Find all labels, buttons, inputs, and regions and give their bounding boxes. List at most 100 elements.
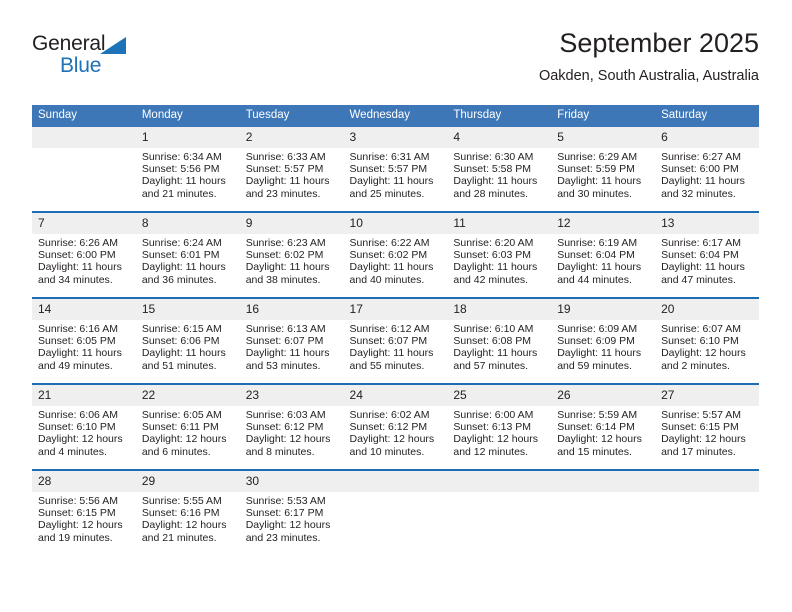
day-number-17[interactable]: 17	[343, 299, 448, 320]
day-detail-line: and 36 minutes.	[141, 273, 217, 286]
day-detail-line: Sunset: 6:15 PM	[661, 421, 739, 434]
day-cell-25[interactable]: Sunrise: 6:00 AM Sunset: 6:13 PM Daylight:…	[447, 406, 552, 469]
title-block: September 2025 Oakden, South Australia, …	[539, 26, 759, 86]
day-detail-line: and 49 minutes.	[38, 359, 113, 372]
day-number-19[interactable]: 19	[551, 299, 656, 320]
day-detail-line: Sunset: 5:57 PM	[245, 163, 324, 176]
day-number-1[interactable]: 1	[135, 127, 240, 148]
generalblue-logo[interactable]: General Blue	[32, 32, 152, 84]
day-detail-line: Sunrise: 5:56 AM	[38, 495, 118, 507]
day-number-8[interactable]: 8	[135, 213, 240, 234]
day-cell-24[interactable]: Sunrise: 6:02 AM Sunset: 6:12 PM Daylight:…	[343, 406, 448, 469]
day-detail-line: and 10 minutes.	[349, 445, 425, 458]
weekday-header-thursday: Thursday	[447, 105, 552, 127]
day-cell-8[interactable]: Sunrise: 6:24 AM Sunset: 6:01 PM Daylight:…	[135, 234, 240, 297]
day-number-10[interactable]: 10	[343, 213, 448, 234]
day-detail-line: Sunrise: 6:05 AM	[141, 409, 222, 421]
day-detail-line: Sunrise: 6:16 AM	[38, 323, 118, 335]
day-cell-7[interactable]: Sunrise: 6:26 AM Sunset: 6:00 PM Daylight:…	[32, 234, 136, 297]
day-detail-line: and 15 minutes.	[557, 445, 632, 458]
day-detail-line: and 53 minutes.	[245, 359, 321, 372]
weekday-header-row: Sunday Monday Tuesday Wednesday Thursday Frid…	[32, 105, 759, 127]
calendar-page: General Blue September 2025 Oakden, Sout…	[0, 0, 792, 612]
day-detail-line: Sunrise: 6:31 AM	[349, 151, 430, 163]
day-detail-line: and 21 minutes.	[141, 531, 217, 544]
day-cell-26[interactable]: Sunrise: 5:59 AM Sunset: 6:14 PM Daylight:…	[551, 406, 656, 469]
day-number-11[interactable]: 11	[447, 213, 552, 234]
day-detail-line: Daylight: 12 hours	[38, 519, 123, 532]
day-detail-line: Sunrise: 6:23 AM	[245, 237, 326, 249]
day-number-4[interactable]: 4	[447, 127, 552, 148]
day-cell-16[interactable]: Sunrise: 6:13 AM Sunset: 6:07 PM Daylight:…	[239, 320, 344, 383]
day-detail-line: Sunrise: 6:07 AM	[661, 323, 742, 335]
day-detail-line: Sunset: 6:13 PM	[453, 421, 532, 434]
day-number-14[interactable]: 14	[32, 299, 136, 320]
calendar-table: Sunday Monday Tuesday Wednesday Thursday Frid…	[32, 105, 759, 555]
day-number-2[interactable]: 2	[239, 127, 344, 148]
day-number-29[interactable]: 29	[135, 471, 240, 492]
weekday-header-friday: Friday	[551, 105, 656, 127]
day-cell-3[interactable]: Sunrise: 6:31 AM Sunset: 5:57 PM Daylight:…	[343, 148, 448, 211]
day-number-7[interactable]: 7	[32, 213, 136, 234]
day-cell-2[interactable]: Sunrise: 6:33 AM Sunset: 5:57 PM Daylight:…	[239, 148, 344, 211]
day-cell-4[interactable]: Sunrise: 6:30 AM Sunset: 5:58 PM Daylight:…	[447, 148, 552, 211]
day-cell-22[interactable]: Sunrise: 6:05 AM Sunset: 6:11 PM Daylight:…	[135, 406, 240, 469]
day-number-9[interactable]: 9	[239, 213, 344, 234]
day-cell-29[interactable]: Sunrise: 5:55 AM Sunset: 6:16 PM Daylight:…	[135, 492, 240, 555]
day-number-3[interactable]: 3	[343, 127, 448, 148]
day-cell-21[interactable]: Sunrise: 6:06 AM Sunset: 6:10 PM Daylight:…	[32, 406, 136, 469]
day-detail-line: Daylight: 11 hours	[349, 175, 434, 188]
day-number-27[interactable]: 27	[655, 385, 759, 406]
day-number-12[interactable]: 12	[551, 213, 656, 234]
day-cell-20[interactable]: Sunrise: 6:07 AM Sunset: 6:10 PM Daylight:…	[655, 320, 759, 383]
day-detail-line: Sunrise: 6:06 AM	[38, 409, 118, 421]
day-detail-line: Sunset: 6:15 PM	[38, 507, 116, 520]
day-cell-13[interactable]: Sunrise: 6:17 AM Sunset: 6:04 PM Daylight:…	[655, 234, 759, 297]
day-number-5[interactable]: 5	[551, 127, 656, 148]
day-cell-17[interactable]: Sunrise: 6:12 AM Sunset: 6:07 PM Daylight:…	[343, 320, 448, 383]
day-number-6[interactable]: 6	[655, 127, 759, 148]
day-cell-10[interactable]: Sunrise: 6:22 AM Sunset: 6:02 PM Daylight:…	[343, 234, 448, 297]
day-detail-line: Sunrise: 6:13 AM	[245, 323, 326, 335]
day-cell-9[interactable]: Sunrise: 6:23 AM Sunset: 6:02 PM Daylight:…	[239, 234, 344, 297]
day-number-25[interactable]: 25	[447, 385, 552, 406]
day-detail-line: Sunrise: 5:59 AM	[557, 409, 638, 421]
day-cell-18[interactable]: Sunrise: 6:10 AM Sunset: 6:08 PM Daylight:…	[447, 320, 552, 383]
day-detail-line: Sunrise: 6:15 AM	[141, 323, 222, 335]
day-number-22[interactable]: 22	[135, 385, 240, 406]
weekday-header-tuesday: Tuesday	[239, 105, 344, 127]
day-detail-line: Sunset: 6:10 PM	[661, 335, 739, 348]
day-detail-row: Sunrise: 6:16 AM Sunset: 6:05 PM Daylight:…	[32, 320, 759, 383]
day-number-15[interactable]: 15	[135, 299, 240, 320]
day-number-26[interactable]: 26	[551, 385, 656, 406]
day-number-16[interactable]: 16	[239, 299, 344, 320]
day-number-18[interactable]: 18	[447, 299, 552, 320]
day-cell-30[interactable]: Sunrise: 5:53 AM Sunset: 6:17 PM Daylight:…	[239, 492, 344, 555]
page-header: General Blue September 2025 Oakden, Sout…	[32, 26, 759, 96]
day-number-30[interactable]: 30	[239, 471, 344, 492]
day-detail-line: and 32 minutes.	[661, 187, 736, 200]
day-cell-12[interactable]: Sunrise: 6:19 AM Sunset: 6:04 PM Daylight:…	[551, 234, 656, 297]
day-number-28[interactable]: 28	[32, 471, 136, 492]
day-detail-line: Daylight: 11 hours	[349, 347, 434, 360]
day-detail-line: Sunrise: 6:33 AM	[245, 151, 326, 163]
day-number-23[interactable]: 23	[239, 385, 344, 406]
day-detail-line: Sunrise: 6:02 AM	[349, 409, 430, 421]
day-cell-1[interactable]: Sunrise: 6:34 AM Sunset: 5:56 PM Daylight:…	[135, 148, 240, 211]
day-number-24[interactable]: 24	[343, 385, 448, 406]
day-cell-28[interactable]: Sunrise: 5:56 AM Sunset: 6:15 PM Daylight:…	[32, 492, 136, 555]
day-number-13[interactable]: 13	[655, 213, 759, 234]
day-cell-5[interactable]: Sunrise: 6:29 AM Sunset: 5:59 PM Daylight:…	[551, 148, 656, 211]
day-cell-15[interactable]: Sunrise: 6:15 AM Sunset: 6:06 PM Daylight:…	[135, 320, 240, 383]
day-cell-19[interactable]: Sunrise: 6:09 AM Sunset: 6:09 PM Daylight:…	[551, 320, 656, 383]
day-cell-14[interactable]: Sunrise: 6:16 AM Sunset: 6:05 PM Daylight:…	[32, 320, 136, 383]
day-cell-11[interactable]: Sunrise: 6:20 AM Sunset: 6:03 PM Daylight:…	[447, 234, 552, 297]
day-detail-line: Sunset: 6:10 PM	[38, 421, 116, 434]
day-number-20[interactable]: 20	[655, 299, 759, 320]
day-number-empty	[343, 471, 448, 492]
day-cell-23[interactable]: Sunrise: 6:03 AM Sunset: 6:12 PM Daylight:…	[239, 406, 344, 469]
day-cell-27[interactable]: Sunrise: 5:57 AM Sunset: 6:15 PM Daylight:…	[655, 406, 759, 469]
day-cell-6[interactable]: Sunrise: 6:27 AM Sunset: 6:00 PM Daylight:…	[655, 148, 759, 211]
logo-text-general: General	[32, 32, 106, 55]
day-number-21[interactable]: 21	[32, 385, 136, 406]
